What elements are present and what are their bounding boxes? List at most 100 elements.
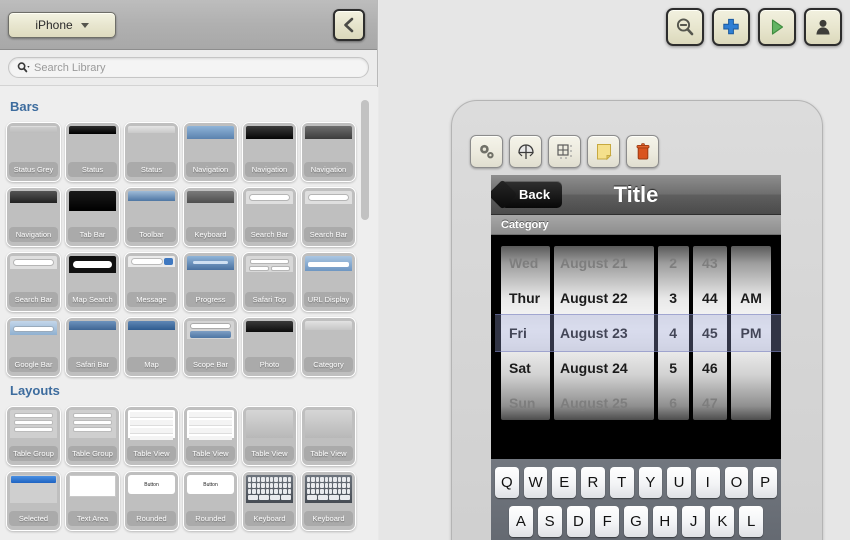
account-button[interactable]	[804, 8, 842, 46]
keyboard-key[interactable]: T	[609, 467, 634, 498]
library-item-thumbnail	[246, 256, 293, 286]
library-item[interactable]: Table View	[183, 406, 238, 466]
library-item[interactable]: Table View	[301, 406, 356, 466]
library-item[interactable]: Search Bar	[6, 252, 61, 312]
keyboard-key[interactable]: W	[523, 467, 548, 498]
library-item[interactable]: Safari Top	[242, 252, 297, 312]
device-selector-label: iPhone	[35, 18, 73, 32]
library-item[interactable]: Map Search	[65, 252, 120, 312]
library-item-thumbnail	[187, 321, 234, 351]
library-item[interactable]: Text Area	[65, 471, 120, 531]
library-item-label: Status	[127, 162, 176, 177]
keyboard-key[interactable]: O	[724, 467, 749, 498]
library-item[interactable]: Message	[124, 252, 179, 312]
keyboard-key[interactable]: H	[652, 506, 677, 537]
library-item[interactable]: Scope Bar	[183, 317, 238, 377]
library-item[interactable]: Table View	[242, 406, 297, 466]
keyboard-key[interactable]: J	[681, 506, 706, 537]
zoom-out-button[interactable]	[666, 8, 704, 46]
library-item-thumbnail	[305, 410, 352, 440]
library-item[interactable]: Button Rounded	[124, 471, 179, 531]
picker-wheel-weekday[interactable]: Wed Thur Fri Sat Sun	[501, 246, 550, 420]
library-item[interactable]: Selected	[6, 471, 61, 531]
sticky-note-icon	[596, 143, 612, 160]
link-tool[interactable]	[509, 135, 542, 168]
library-item[interactable]: Button Rounded	[183, 471, 238, 531]
keyboard-key[interactable]: E	[552, 467, 577, 498]
search-input[interactable]: Search Library	[8, 57, 369, 78]
keyboard-key[interactable]: R	[581, 467, 605, 498]
play-button[interactable]	[758, 8, 796, 46]
library-item[interactable]: Search Bar	[242, 187, 297, 247]
library-item-label: Keyboard	[304, 511, 353, 526]
delete-tool[interactable]	[626, 135, 659, 168]
picker-wheel-minute[interactable]: 43 44 45 46 47	[692, 246, 728, 420]
keyboard-key[interactable]: Y	[638, 467, 663, 498]
keyboard-key[interactable]: Q	[494, 467, 519, 498]
library-item[interactable]: Status	[124, 122, 179, 182]
plus-icon	[723, 18, 739, 35]
keyboard-key[interactable]: I	[695, 467, 720, 498]
library-item[interactable]: Status	[65, 122, 120, 182]
library-item-label: Category	[304, 357, 353, 372]
navigation-bar: Back Title	[491, 175, 781, 215]
library-item[interactable]: Navigation	[242, 122, 297, 182]
library-item[interactable]: Google Bar	[6, 317, 61, 377]
note-tool[interactable]	[587, 135, 620, 168]
library-item[interactable]: Keyboard	[301, 471, 356, 531]
library-item[interactable]: Navigation	[301, 122, 356, 182]
keyboard-key[interactable]: S	[537, 506, 562, 537]
collapse-panel-button[interactable]	[333, 9, 365, 41]
library-scroll-area[interactable]: Bars Status Grey Status Status Navigation Nav…	[0, 87, 378, 540]
library-item[interactable]: Map	[124, 317, 179, 377]
search-placeholder: Search Library	[34, 61, 106, 74]
picker-value: August 22	[559, 290, 628, 307]
scrollbar-thumb[interactable]	[361, 100, 369, 220]
on-screen-keyboard[interactable]: QWERTYUIOP ASDFGHJKL ZXCVBNM	[491, 459, 781, 540]
keyboard-key[interactable]: K	[710, 506, 735, 537]
library-item[interactable]: Category	[301, 317, 356, 377]
library-item[interactable]: Navigation	[6, 187, 61, 247]
picker-wheel-meridiem[interactable]: AM PM	[731, 246, 771, 420]
add-button[interactable]	[712, 8, 750, 46]
library-item-label: Table View	[245, 446, 294, 461]
picker-value: Sun	[509, 394, 536, 411]
library-item-thumbnail	[128, 191, 175, 221]
keyboard-key[interactable]: U	[667, 467, 691, 498]
picker-value: 6	[669, 394, 678, 411]
keyboard-key[interactable]: F	[595, 506, 620, 537]
keyboard-key[interactable]: D	[566, 506, 591, 537]
keyboard-key[interactable]: L	[739, 506, 764, 537]
picker-wheel-hour[interactable]: 2 3 4 5 6	[657, 246, 689, 420]
device-selector[interactable]: iPhone	[8, 12, 116, 38]
library-item[interactable]: Keyboard	[183, 187, 238, 247]
library-item[interactable]: Table Group	[65, 406, 120, 466]
library-item[interactable]: Toolbar	[124, 187, 179, 247]
grid-tool[interactable]	[548, 135, 581, 168]
settings-tool[interactable]	[470, 135, 503, 168]
library-item-label: Search Bar	[304, 227, 353, 242]
keyboard-key[interactable]: G	[624, 506, 648, 537]
library-item-label: Table View	[186, 446, 235, 461]
library-item[interactable]: Search Bar	[301, 187, 356, 247]
keyboard-key[interactable]: P	[753, 467, 778, 498]
library-item[interactable]: Table View	[124, 406, 179, 466]
picker-value: AM	[740, 290, 762, 307]
library-item[interactable]: Progress	[183, 252, 238, 312]
keyboard-key[interactable]: A	[508, 506, 533, 537]
library-item[interactable]: URL Display	[301, 252, 356, 312]
picker-wheel-date[interactable]: August 21 August 22 August 23 August 24 Augu…	[553, 246, 654, 420]
library-item[interactable]: Photo	[242, 317, 297, 377]
library-item[interactable]: Navigation	[183, 122, 238, 182]
library-grid: Status Grey Status Status Navigation Navigat…	[6, 122, 366, 377]
date-picker[interactable]: Wed Thur Fri Sat Sun August 21 August 22 August…	[495, 242, 781, 424]
library-scrollbar[interactable]	[361, 100, 369, 440]
person-icon	[816, 19, 830, 35]
library-item[interactable]: Keyboard	[242, 471, 297, 531]
library-item-label: Status	[68, 162, 117, 177]
library-item[interactable]: Status Grey	[6, 122, 61, 182]
library-item[interactable]: Table Group	[6, 406, 61, 466]
library-item[interactable]: Safari Bar	[65, 317, 120, 377]
library-grid: Table Group Table Group Table View Table Vi…	[6, 406, 366, 531]
library-item[interactable]: Tab Bar	[65, 187, 120, 247]
